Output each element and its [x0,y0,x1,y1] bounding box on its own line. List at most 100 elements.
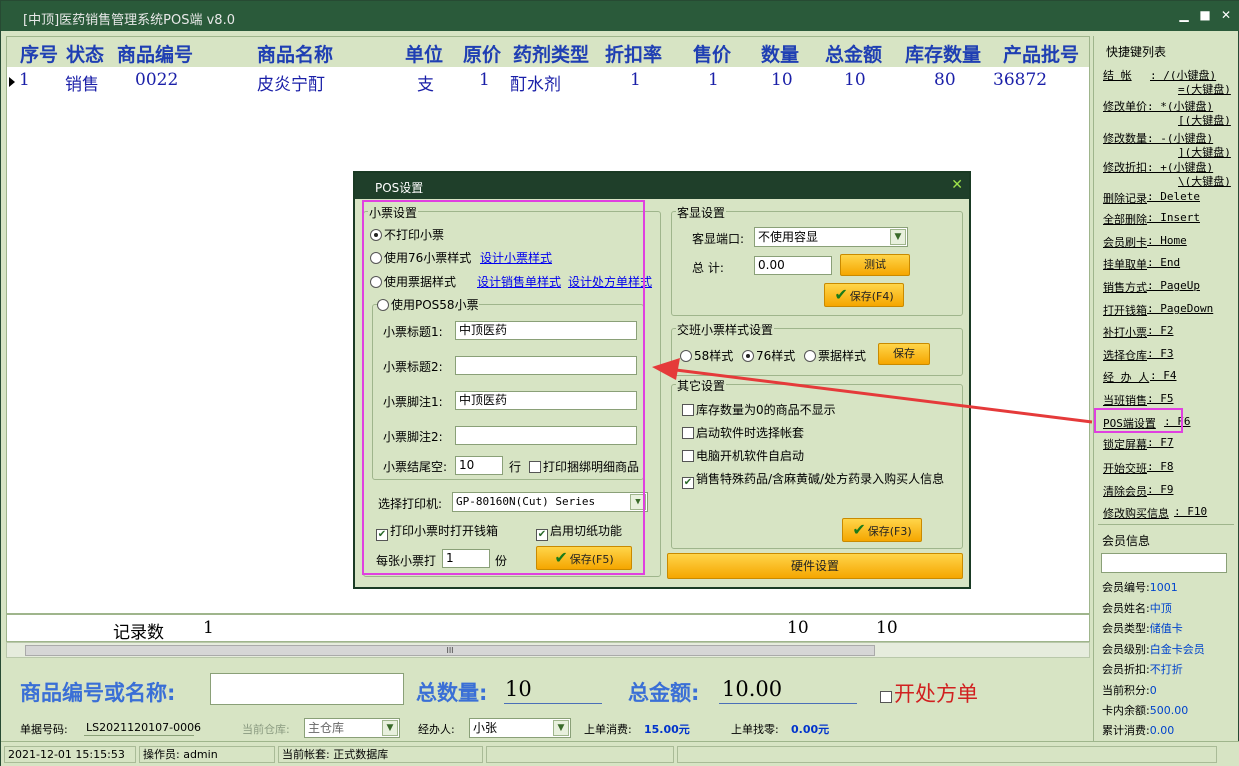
shortcut-name: 销售方式 [1103,281,1147,294]
special-drug-checkbox[interactable]: ✔ 销售特殊药品/含麻黄碱/处方药录入购买人信息 [682,470,944,489]
shortcut-key: : Home [1147,234,1187,247]
handler-select[interactable]: 小张 ▼ [469,718,571,738]
col-header[interactable]: 总金额 [825,40,882,67]
member-field-label: 会员姓名: [1102,602,1150,615]
shortcut-sidebar: 快捷键列表 结 帐: /(小键盘) =(大键盘) 修改单价: *(小键盘) [(大键盘… [1093,36,1237,762]
close-button[interactable]: ✕ [1218,7,1234,23]
test-button[interactable]: 测试 [840,254,910,276]
member-field-value: 500.00 [1149,704,1189,717]
checkbox-label: 电脑开机软件自启动 [696,449,805,463]
underline [84,735,194,736]
shortcut-name: 补打小票 [1103,326,1147,339]
grid-footer: 记录数 1 10 10 [6,614,1090,643]
button-label: 保存(F4) [849,290,894,303]
hardware-settings-button[interactable]: 硬件设置 [667,553,963,579]
shortcut-name: 全部删除 [1103,213,1147,226]
status-empty [677,746,1217,763]
col-header[interactable]: 药剂类型 [513,40,589,67]
cell-name: 皮炎宁酊 [257,75,325,95]
shortcut-key: : Delete [1147,190,1200,203]
col-header[interactable]: 状态 [66,40,104,67]
member-card-input[interactable] [1101,553,1227,573]
cell-unit: 支 [417,75,434,95]
save-other-button[interactable]: ✔ 保存(F3) [842,518,922,542]
cell-qty: 10 [771,70,793,90]
shortcut-name: 当班销售 [1103,394,1147,407]
cell-stock: 80 [934,70,956,90]
record-count: 1 [203,618,214,638]
shortcut-name: 修改购买信息 [1103,507,1169,520]
chevron-down-icon: ▼ [890,229,906,245]
member-field: 会员级别:白金卡会员 [1102,641,1205,657]
handler-label: 经办人: [418,723,455,736]
cell-status: 销售 [65,75,99,95]
shortcut-key: : F7 [1147,436,1174,449]
scrollbar-thumb[interactable]: III [25,645,875,656]
last-change: 0.00元 [791,723,830,736]
col-header[interactable]: 商品编号 [117,40,193,67]
chevron-down-icon: ▼ [553,720,569,736]
col-header[interactable]: 产品批号 [1003,40,1079,67]
button-label: 保存(F3) [867,525,912,538]
cell-discount: 1 [630,70,641,90]
col-header[interactable]: 售价 [693,40,731,67]
autostart-checkbox[interactable]: 电脑开机软件自启动 [682,447,804,464]
checkbox-box: ✔ [682,477,694,489]
shortcut-key: : F10 [1174,505,1208,518]
member-field: 会员姓名:中顶 [1102,600,1172,616]
warehouse-select[interactable]: 主仓库 ▼ [304,718,400,738]
col-header[interactable]: 单位 [405,40,443,67]
product-search-input[interactable] [210,673,404,705]
member-field-value: 0 [1149,684,1157,697]
display-total-input[interactable]: 0.00 [754,256,832,275]
maximize-button[interactable]: ■ [1197,7,1213,23]
member-field-label: 卡内余额: [1102,704,1150,717]
total-sum: 10 [876,618,898,638]
shortcut-name: 清除会员 [1103,485,1147,498]
shortcut-key: \(大键盘) [1178,175,1231,188]
shortcut-name: 开始交班 [1103,462,1147,475]
checkbox-box [880,691,892,703]
underline [504,703,602,704]
order-no-label: 单据号码: [20,723,68,736]
member-field: 会员折扣:不打折 [1102,661,1183,677]
col-header[interactable]: 库存数量 [905,40,981,67]
annotation-arrow-icon [652,358,1093,424]
member-field-label: 会员折扣: [1102,663,1150,676]
row-pointer-icon [9,77,15,87]
cell-total: 10 [844,70,866,90]
member-field-label: 会员类型: [1102,622,1150,635]
status-empty [486,746,674,763]
shortcut-key: ](大键盘) [1178,146,1231,159]
close-icon[interactable]: ✕ [951,177,963,193]
member-field-label: 会员级别: [1102,643,1150,656]
col-header[interactable]: 商品名称 [257,40,333,67]
shortcut-name: 挂单取单 [1103,258,1147,271]
total-amount-value: 10.00 [722,677,783,701]
group-title: 客显设置 [676,204,727,221]
member-field-value: 白金卡会员 [1149,643,1205,656]
title-bar: [中顶]医药销售管理系统POS端 v8.0 ▁ ■ ✕ [1,1,1239,31]
shortcut-name: 经 办 人 [1103,371,1150,384]
col-header[interactable]: 原价 [463,40,501,67]
col-header[interactable]: 折扣率 [605,40,662,67]
status-datetime: 2021-12-01 15:15:53 [4,746,136,763]
member-field-value: 中顶 [1149,602,1172,615]
member-field: 会员类型:储值卡 [1102,620,1183,636]
warehouse-label: 当前仓库: [242,723,290,736]
group-title: 交班小票样式设置 [676,321,775,338]
shortcut-key: : F8 [1147,460,1174,473]
member-field-label: 会员编号: [1102,581,1150,594]
shortcut-key: : F5 [1147,392,1174,405]
display-port-select[interactable]: 不使用容显 ▼ [754,227,908,247]
display-port-value: 不使用容显 [758,230,819,244]
minimize-button[interactable]: ▁ [1176,7,1192,23]
prescription-checkbox[interactable]: 开处方单 [880,678,978,708]
col-header[interactable]: 序号 [20,40,58,67]
save-display-button[interactable]: ✔ 保存(F4) [824,283,904,307]
horizontal-scrollbar[interactable]: III [6,642,1090,658]
highlight-box [362,200,645,575]
shortcut-name: 修改数量 [1103,132,1147,145]
col-header[interactable]: 数量 [761,40,799,67]
member-field-label: 累计消费: [1102,724,1150,737]
